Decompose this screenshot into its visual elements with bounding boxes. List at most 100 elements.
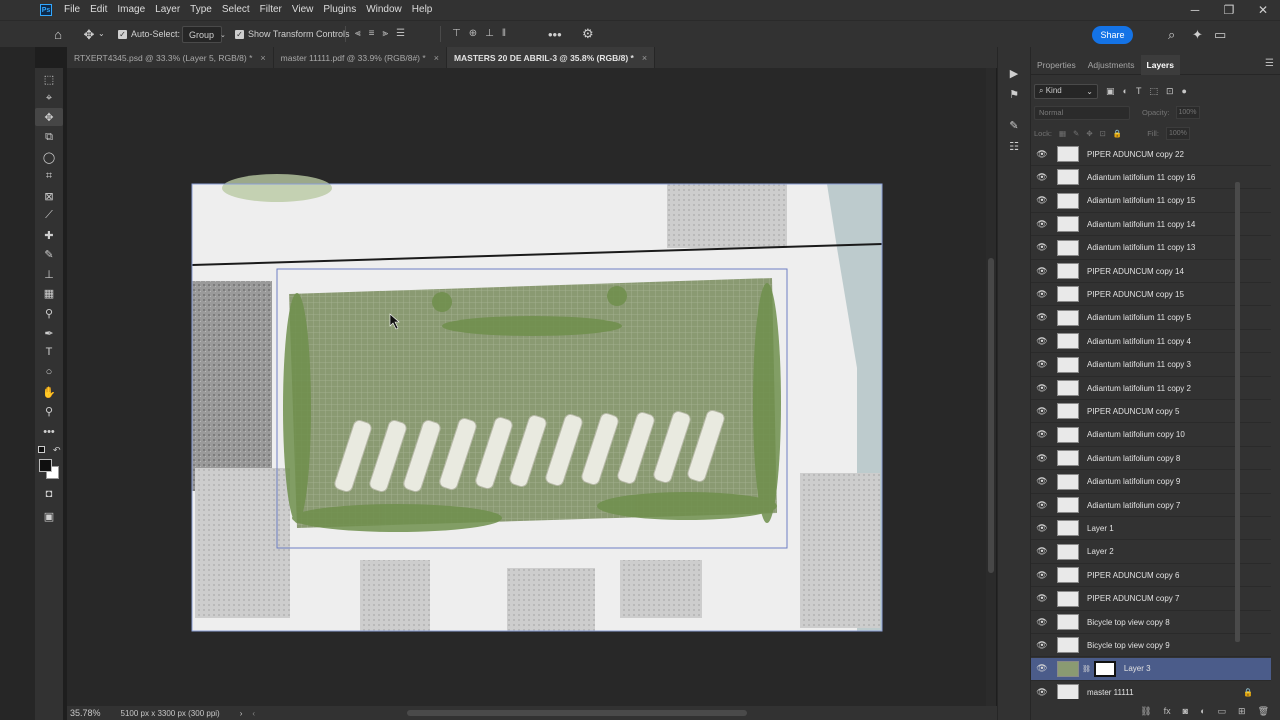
eye-icon[interactable]: 👁 — [1031, 570, 1053, 581]
align-left-icon[interactable]: ⫷ — [355, 28, 361, 39]
zoom-tool-icon[interactable]: ⚲ — [35, 402, 63, 420]
eye-icon[interactable]: 👁 — [1031, 359, 1053, 370]
layer-thumbnail[interactable] — [1057, 567, 1079, 584]
chevron-down-icon[interactable]: ⌄ — [98, 29, 105, 38]
document-tab[interactable]: RTXERT4345.psd @ 33.3% (Layer 5, RGB/8) … — [67, 47, 274, 68]
image-filter-icon[interactable]: ▣ — [1106, 86, 1115, 97]
auto-select-checkbox[interactable]: ✓ Auto-Select: — [118, 29, 180, 39]
eye-icon[interactable]: 👁 — [1031, 406, 1053, 417]
eye-icon[interactable]: 👁 — [1031, 195, 1053, 206]
distribute-icon[interactable]: ‖ — [502, 28, 506, 39]
ellipse-tool-icon[interactable]: ○ — [35, 363, 63, 381]
gear-icon[interactable]: ⚙ — [582, 26, 594, 42]
align-top-icon[interactable]: ⊤ — [452, 28, 461, 39]
tab-properties[interactable]: Properties — [1031, 55, 1082, 75]
tab-layers[interactable]: Layers — [1140, 55, 1180, 75]
eye-icon[interactable]: 👁 — [1031, 500, 1053, 511]
eye-icon[interactable]: 👁 — [1031, 429, 1053, 440]
fill-field[interactable]: 100% — [1165, 127, 1190, 140]
layer-row[interactable]: 👁 PIPER ADUNCUM copy 22 — [1031, 143, 1271, 166]
chevron-right-icon[interactable]: › — [240, 709, 243, 718]
horizontal-scrollbar-thumb[interactable] — [407, 710, 747, 716]
type-tool-icon[interactable]: T — [35, 343, 63, 361]
marquee-tool-icon[interactable]: ⬚ — [35, 70, 63, 88]
lock-position-icon[interactable]: ✥ — [1086, 129, 1092, 138]
eye-icon[interactable]: 👁 — [1031, 336, 1053, 347]
trash-icon[interactable]: 🗑 — [1258, 706, 1269, 717]
more-tools-icon[interactable]: ••• — [35, 423, 63, 441]
search-icon[interactable]: ⌕ — [1168, 27, 1175, 43]
pen-tool-icon[interactable]: ✒ — [35, 324, 63, 342]
eye-icon[interactable]: 👁 — [1031, 289, 1053, 300]
document-canvas[interactable] — [67, 68, 986, 706]
layer-thumbnail[interactable] — [1057, 239, 1079, 256]
layer-name[interactable]: Adiantum latifolium 11 copy 13 — [1087, 243, 1195, 252]
layer-name[interactable]: Adiantum latifolium copy 9 — [1087, 477, 1180, 486]
mask-link-icon[interactable]: ⛓ — [1082, 665, 1091, 673]
align-bottom-icon[interactable]: ⊥ — [485, 28, 494, 39]
eye-icon[interactable]: 👁 — [1031, 523, 1053, 534]
layer-thumbnail[interactable] — [1057, 403, 1079, 420]
layer-thumbnail[interactable] — [1057, 450, 1079, 467]
layer-name[interactable]: PIPER ADUNCUM copy 7 — [1087, 594, 1179, 603]
object-select-tool-icon[interactable]: ⌖ — [35, 89, 63, 107]
opacity-field[interactable]: 100% — [1175, 106, 1200, 119]
swap-colors-icon[interactable]: ↶ — [53, 445, 61, 456]
frame-tool-icon[interactable]: ⊠ — [35, 187, 63, 205]
chevron-left-icon[interactable]: ‹ — [252, 709, 255, 718]
menu-plugins[interactable]: Plugins — [318, 0, 361, 20]
layer-thumbnail[interactable] — [1057, 590, 1079, 607]
move-tool-icon[interactable]: ✥ — [35, 108, 63, 126]
menu-edit[interactable]: Edit — [85, 0, 112, 20]
layer-name[interactable]: Adiantum latifolium 11 copy 14 — [1087, 220, 1195, 229]
menu-layer[interactable]: Layer — [150, 0, 185, 20]
layer-name[interactable]: Layer 2 — [1087, 547, 1114, 556]
layer-thumbnail[interactable] — [1057, 356, 1079, 373]
layer-mask-thumbnail[interactable] — [1093, 660, 1116, 677]
align-middle-icon[interactable]: ⊕ — [469, 28, 477, 39]
zoom-level[interactable]: 35.78% — [70, 708, 101, 718]
layer-name[interactable]: PIPER ADUNCUM copy 5 — [1087, 407, 1179, 416]
align-spacing-icon[interactable]: ☰ — [396, 28, 405, 39]
layer-thumbnail[interactable] — [1057, 660, 1079, 677]
lock-pixels-icon[interactable]: ✎ — [1073, 129, 1079, 138]
link-icon[interactable]: ⛓ — [1140, 706, 1151, 717]
eye-icon[interactable]: 👁 — [1031, 546, 1053, 557]
layer-name[interactable]: Bicycle top view copy 8 — [1087, 618, 1170, 627]
layer-name[interactable]: Adiantum latifolium copy 7 — [1087, 501, 1180, 510]
foreground-color-swatch[interactable] — [39, 459, 52, 472]
crop-tool-icon[interactable]: ⌗ — [35, 167, 63, 185]
layer-name[interactable]: Adiantum latifolium copy 8 — [1087, 454, 1180, 463]
menu-type[interactable]: Type — [185, 0, 217, 20]
share-button[interactable]: Share — [1092, 26, 1133, 44]
layer-thumbnail[interactable] — [1057, 192, 1079, 209]
close-icon[interactable]: × — [434, 53, 439, 63]
hand-tool-icon[interactable]: ✋ — [35, 383, 63, 401]
healing-brush-icon[interactable]: ✚ — [35, 226, 63, 244]
layer-row[interactable]: 👁 ⛓ Layer 3 — [1031, 657, 1271, 681]
menu-help[interactable]: Help — [407, 0, 438, 20]
home-icon[interactable]: ⌂ — [38, 21, 78, 48]
layer-thumbnail[interactable] — [1057, 614, 1079, 630]
eye-icon[interactable]: 👁 — [1031, 219, 1053, 230]
document-info[interactable]: 5100 px x 3300 px (300 ppi) — [121, 709, 220, 718]
scrollbar-thumb[interactable] — [988, 258, 994, 573]
lasso-tool-icon[interactable]: ◯ — [35, 148, 63, 166]
adjustment-filter-icon[interactable]: ◐ — [1123, 86, 1128, 96]
eye-icon[interactable]: 👁 — [1031, 383, 1053, 394]
layer-name[interactable]: Adiantum latifolium 11 copy 3 — [1087, 360, 1191, 369]
dodge-tool-icon[interactable]: ⚲ — [35, 304, 63, 322]
gradient-tool-icon[interactable]: ▦ — [35, 284, 63, 302]
layer-name[interactable]: Adiantum latifolium 11 copy 15 — [1087, 196, 1195, 205]
layer-name[interactable]: PIPER ADUNCUM copy 6 — [1087, 571, 1179, 580]
layer-name[interactable]: master 11111 — [1087, 688, 1134, 697]
kind-filter-select[interactable]: ⌕ Kind ⌄ — [1034, 83, 1098, 99]
lock-transparent-icon[interactable]: ▦ — [1059, 129, 1066, 138]
brush-tool-icon[interactable]: ✎ — [35, 245, 63, 263]
folder-icon[interactable]: ▭ — [1218, 706, 1227, 717]
restore-icon[interactable]: ❐ — [1212, 0, 1246, 20]
layer-name[interactable]: Adiantum latifolium 11 copy 16 — [1087, 173, 1195, 182]
layer-name[interactable]: Adiantum latifolium 11 copy 2 — [1087, 384, 1191, 393]
more-options-icon[interactable]: ••• — [548, 27, 562, 42]
layer-name[interactable]: Adiantum latifolium 11 copy 5 — [1087, 313, 1191, 322]
